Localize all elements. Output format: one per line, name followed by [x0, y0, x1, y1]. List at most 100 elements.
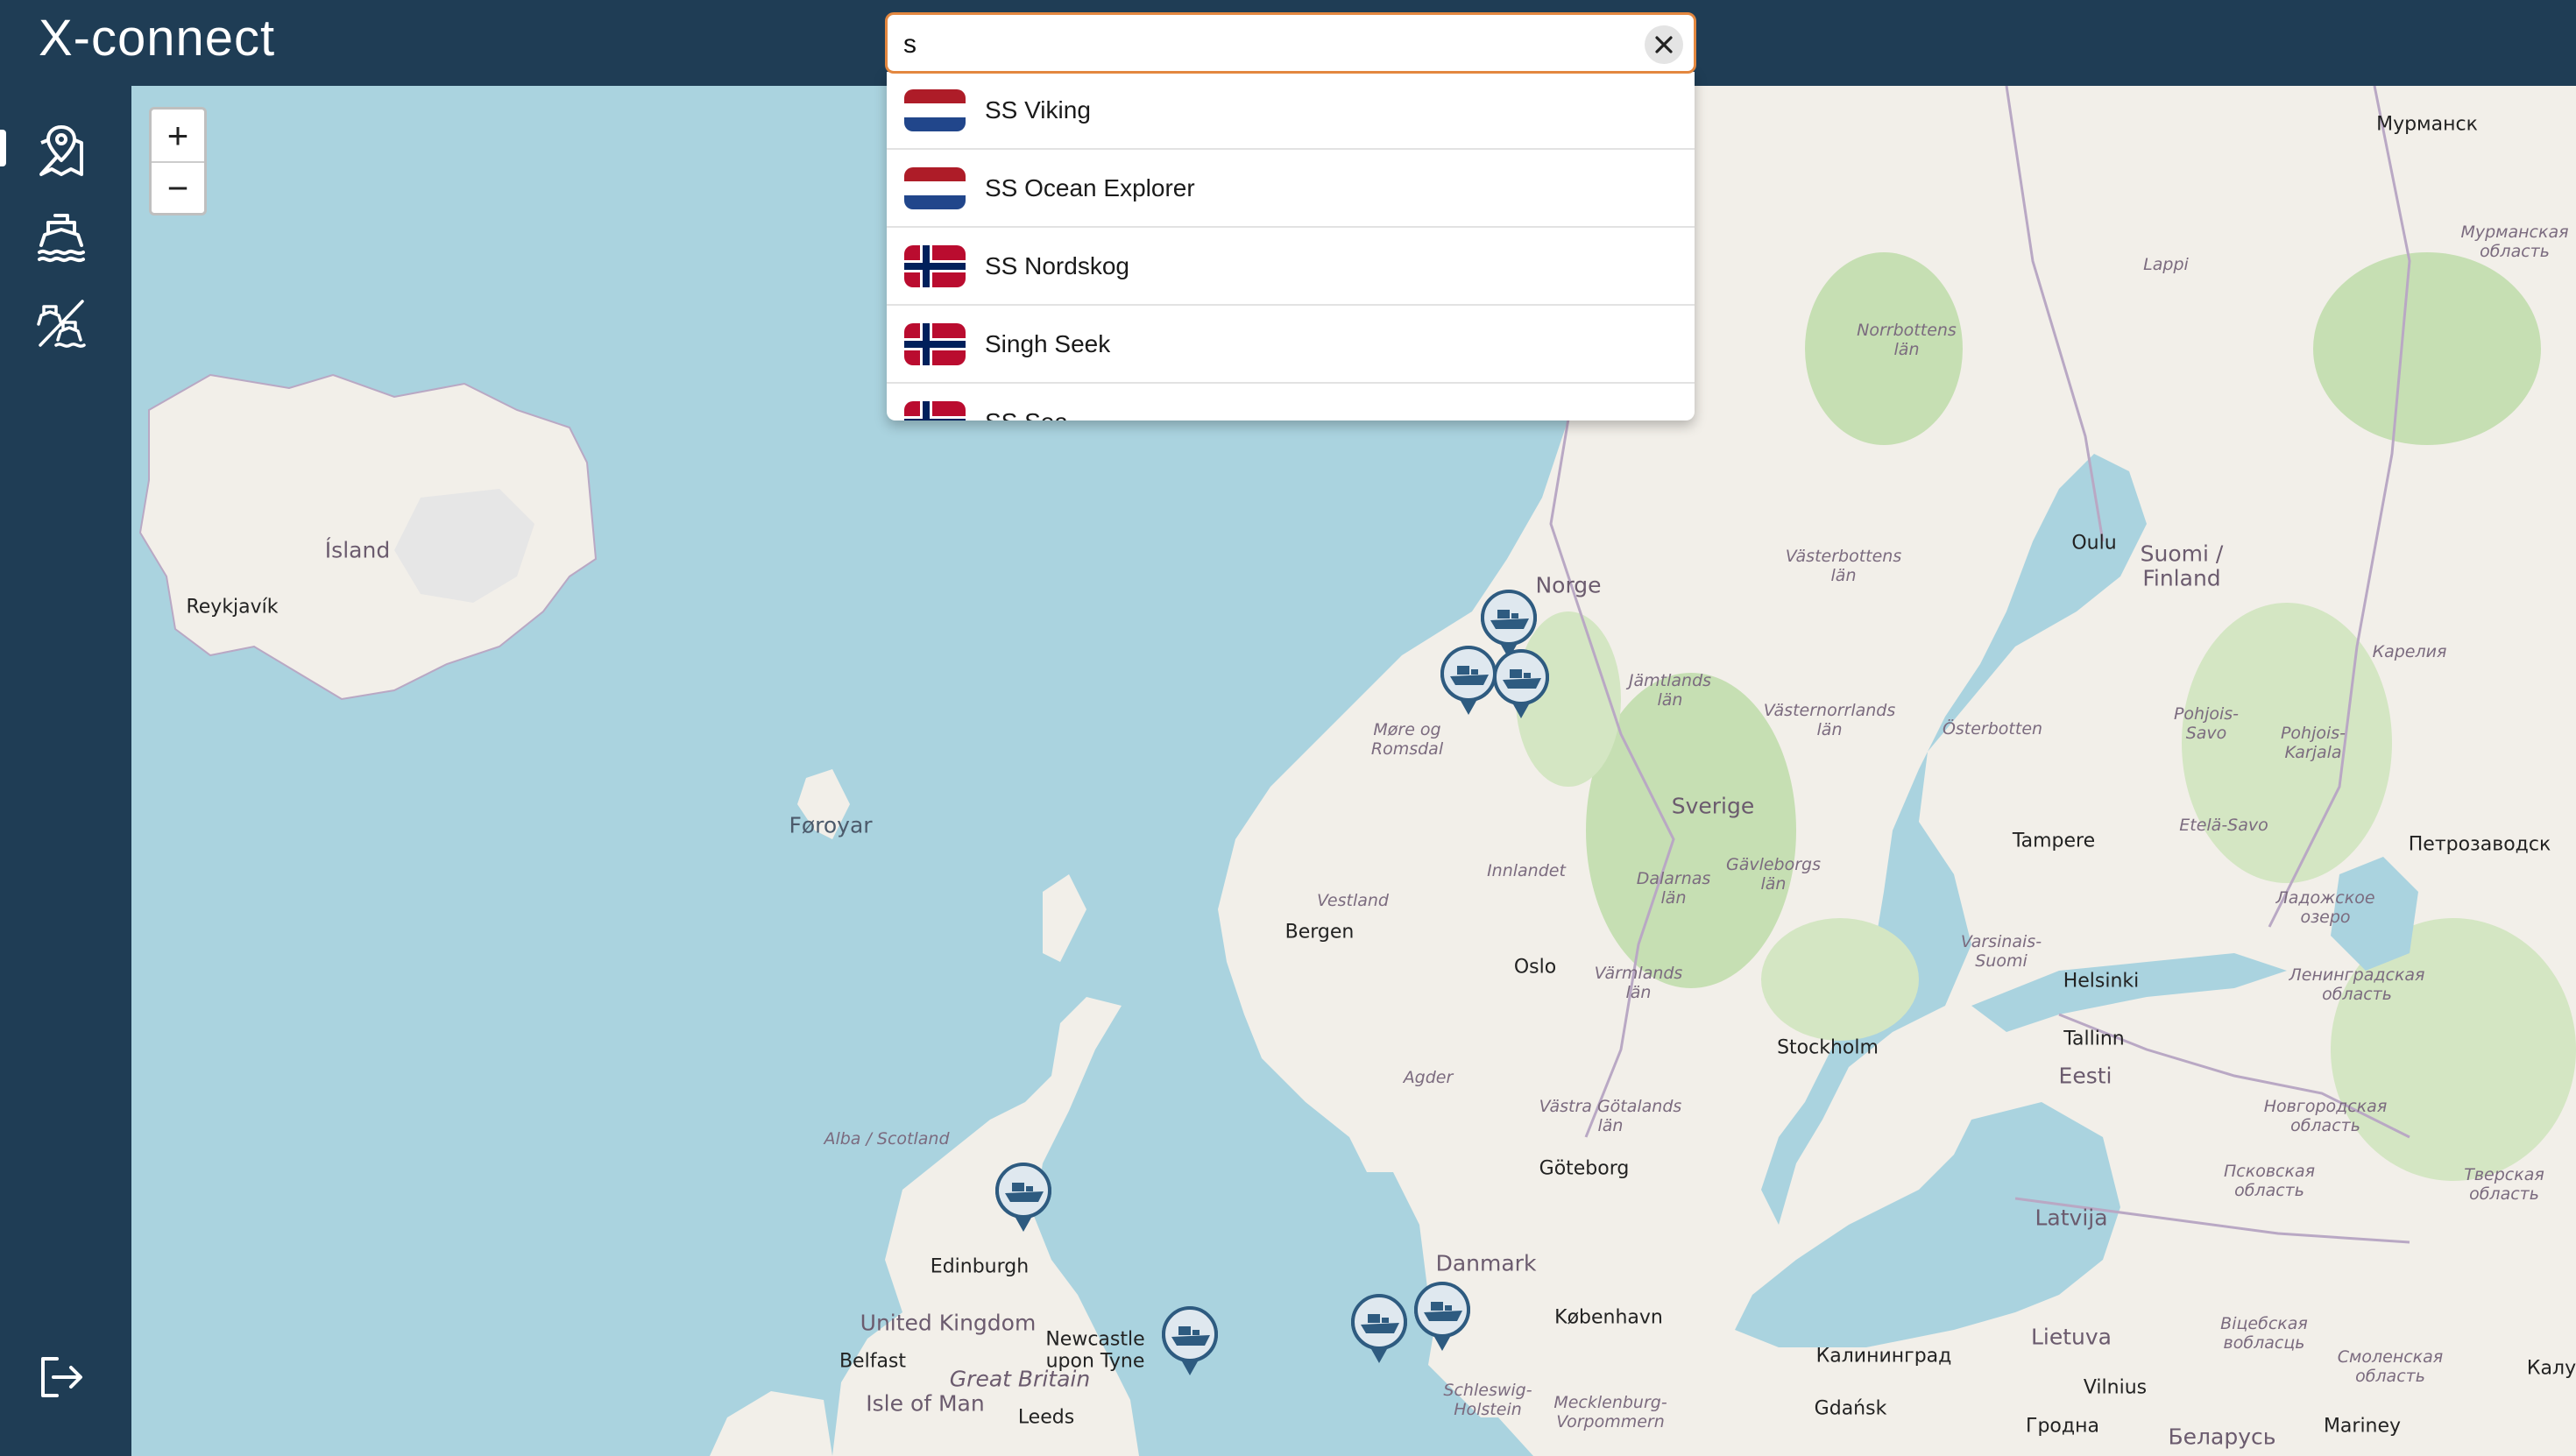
label-petrozavodsk: Петрозаводск [2408, 833, 2551, 856]
label-murmansk-oblast: Мурманская область [2460, 223, 2569, 261]
search-result-name: Singh Seek [985, 329, 1111, 357]
norway-flag-icon [904, 400, 966, 421]
ship-marker-icon [1493, 649, 1549, 718]
label-finland: Suomi / Finland [2140, 541, 2224, 590]
norway-flag-icon [904, 244, 966, 287]
label-mariney: Mariney [2323, 1415, 2402, 1438]
label-bergen: Bergen [1284, 921, 1355, 944]
ship-marker-icon [1414, 1282, 1470, 1351]
label-novgorod: Новгородская область [2263, 1097, 2388, 1135]
label-eesti: Eesti [2058, 1063, 2112, 1089]
netherlands-flag-icon [904, 166, 966, 209]
ship-marker[interactable] [1412, 1279, 1473, 1353]
label-agder: Agder [1403, 1068, 1454, 1087]
sidebar-item-vessels[interactable] [32, 207, 91, 266]
label-alba: Alba / Scotland [824, 1129, 950, 1149]
label-murmansk: Мурманск [2376, 113, 2478, 136]
label-goteborg: Göteborg [1539, 1157, 1630, 1180]
close-icon [1655, 36, 1673, 53]
clear-search-button[interactable] [1645, 25, 1683, 64]
label-leningrad: Ленинградская область [2289, 965, 2425, 1004]
label-vasternorrlands: Västernorrlands län [1763, 701, 1896, 739]
label-smolensk: Смоленская область [2337, 1347, 2444, 1386]
label-dalarnas: Dalarnas län [1636, 869, 1711, 908]
search-result-item[interactable]: SS Viking [887, 72, 1695, 150]
label-osterbotten: Österbotten [1942, 719, 2043, 739]
zoom-in-button[interactable]: + [152, 110, 204, 161]
label-tver: Тверская область [2464, 1165, 2544, 1204]
label-kobenhavn: København [1554, 1306, 1663, 1329]
label-foroyar: Føroyar [789, 812, 873, 838]
label-vestland: Vestland [1317, 891, 1389, 910]
search-result-item[interactable]: SS Ocean Explorer [887, 150, 1695, 228]
label-edinburgh: Edinburgh [930, 1255, 1030, 1278]
zoom-out-button[interactable]: − [152, 161, 204, 213]
label-reykjavik: Reykjavík [186, 596, 279, 618]
label-vitebsk: Віцебская вобласць [2220, 1314, 2308, 1353]
label-grodno: Гродна [2026, 1415, 2099, 1438]
label-danmark: Danmark [1435, 1250, 1537, 1276]
active-indicator [0, 130, 6, 166]
search-result-item[interactable]: Singh Seek [887, 306, 1695, 384]
norway-flag-icon [904, 322, 966, 365]
search-result-name: SS Sea... [985, 408, 1088, 421]
map-pin-icon [39, 125, 83, 176]
logout-icon [41, 1357, 82, 1397]
label-belfast: Belfast [839, 1350, 907, 1373]
label-varmlands: Värmlands län [1594, 964, 1683, 1002]
search-result-name: SS Viking [985, 95, 1091, 124]
label-belarus: Беларусь [2168, 1424, 2276, 1450]
search-input[interactable] [903, 27, 1622, 62]
label-latvija: Latvija [2035, 1205, 2108, 1231]
label-pskov: Псковская область [2223, 1162, 2316, 1200]
label-more: Møre og Romsdal [1370, 720, 1444, 759]
label-great-britain: Great Britain [949, 1366, 1091, 1392]
ship-marker-icon [1162, 1306, 1218, 1375]
label-oulu: Oulu [2071, 532, 2117, 555]
label-leeds: Leeds [1017, 1406, 1075, 1429]
label-vasterbottens: Västerbottens län [1785, 547, 1902, 585]
label-sweden: Sverige [1671, 793, 1755, 819]
vessel-search [885, 12, 1696, 74]
ship-marker[interactable] [1490, 647, 1552, 720]
label-tallinn: Tallinn [2063, 1028, 2125, 1050]
sidebar [0, 86, 131, 1456]
label-karelia: Карелия [2372, 642, 2447, 661]
sidebar-item-map[interactable] [32, 121, 91, 180]
logout-button[interactable] [32, 1347, 91, 1407]
label-pohjois-karjala: Pohjois- Karjala [2280, 724, 2346, 762]
ship-marker[interactable] [1348, 1291, 1410, 1365]
ship-marker-icon [1351, 1294, 1407, 1363]
search-result-name: SS Ocean Explorer [985, 173, 1195, 201]
label-tampere: Tampere [2012, 830, 2096, 852]
label-helsinki: Helsinki [2063, 970, 2140, 993]
label-norrbottens: Norrbottens län [1857, 321, 1957, 359]
label-lappi: Lappi [2143, 255, 2189, 274]
label-vilnius: Vilnius [2083, 1376, 2148, 1399]
label-iceland: Ísland [324, 537, 391, 563]
search-result-item[interactable]: SS Sea... [887, 384, 1695, 421]
ship-marker[interactable] [1159, 1304, 1221, 1377]
ships-off-icon [37, 300, 86, 348]
ship-marker-icon [995, 1163, 1051, 1232]
label-schleswig: Schleswig- Holstein [1443, 1381, 1532, 1419]
label-jamtlands: Jämtlands län [1628, 671, 1712, 710]
label-innlandet: Innlandet [1487, 861, 1566, 880]
label-varsinais: Varsinais- Suomi [1960, 932, 2042, 971]
app-title: X-connect [39, 10, 276, 67]
label-uk: United Kingdom [860, 1310, 1037, 1336]
search-result-item[interactable]: SS Nordskog [887, 228, 1695, 306]
label-ladoga: Ладожское озеро [2275, 888, 2375, 927]
label-kaluga: Калу [2526, 1357, 2576, 1380]
ship-icon [38, 214, 85, 263]
label-isle-of-man: Isle of Man [866, 1390, 985, 1417]
zoom-control: + − [149, 107, 207, 216]
ship-marker[interactable] [993, 1160, 1054, 1233]
label-oslo: Oslo [1513, 956, 1557, 979]
label-kaliningrad: Калининград [1815, 1345, 1952, 1368]
label-gavleborgs: Gävleborgs län [1725, 855, 1822, 894]
search-result-name: SS Nordskog [985, 251, 1129, 279]
sidebar-item-hide-vessels[interactable] [32, 293, 91, 352]
search-results: SS Viking SS Ocean Explorer SS Nordskog Sin… [887, 72, 1695, 421]
netherlands-flag-icon [904, 88, 966, 131]
